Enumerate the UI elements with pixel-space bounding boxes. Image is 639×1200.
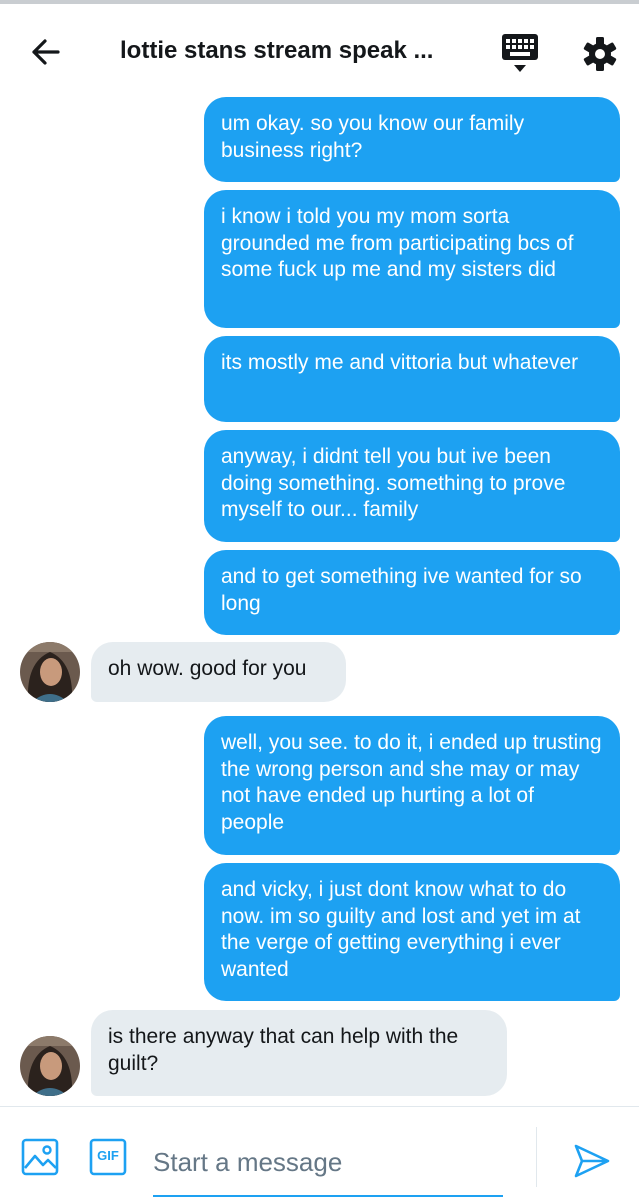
arrow-left-icon <box>32 39 60 65</box>
conversation-header: lottie stans stream speak ... <box>0 4 639 92</box>
message-bubble[interactable]: is there anyway that can help with the g… <box>91 1010 507 1096</box>
conversation-title[interactable]: lottie stans stream speak ... <box>120 37 460 65</box>
message-bubble[interactable]: oh wow. good for you <box>91 642 346 702</box>
avatar[interactable] <box>20 642 80 702</box>
avatar[interactable] <box>20 1036 80 1096</box>
gif-label: GIF <box>97 1148 119 1163</box>
back-button[interactable] <box>28 34 64 70</box>
keyboard-icon <box>502 34 538 72</box>
send-button[interactable] <box>572 1141 612 1181</box>
message-bubble[interactable]: its mostly me and vittoria but whatever <box>204 336 620 422</box>
composer-divider <box>536 1127 537 1187</box>
message-bubble[interactable]: and to get something ive wanted for so l… <box>204 550 620 635</box>
message-bubble[interactable]: and vicky, i just dont know what to do n… <box>204 863 620 1001</box>
image-icon <box>21 1138 59 1176</box>
settings-button[interactable] <box>580 34 620 74</box>
message-input[interactable] <box>153 1129 503 1197</box>
add-gif-button[interactable]: GIF <box>88 1137 128 1177</box>
message-bubble[interactable]: i know i told you my mom sorta grounded … <box>204 190 620 328</box>
add-image-button[interactable] <box>20 1137 60 1177</box>
message-bubble[interactable]: well, you see. to do it, i ended up trus… <box>204 716 620 855</box>
keyboard-button[interactable] <box>498 32 542 76</box>
send-icon <box>574 1144 610 1178</box>
message-composer: GIF <box>0 1106 639 1200</box>
message-bubble[interactable]: anyway, i didnt tell you but ive been do… <box>204 430 620 542</box>
gear-icon <box>583 37 617 71</box>
message-bubble[interactable]: um okay. so you know our family business… <box>204 97 620 182</box>
